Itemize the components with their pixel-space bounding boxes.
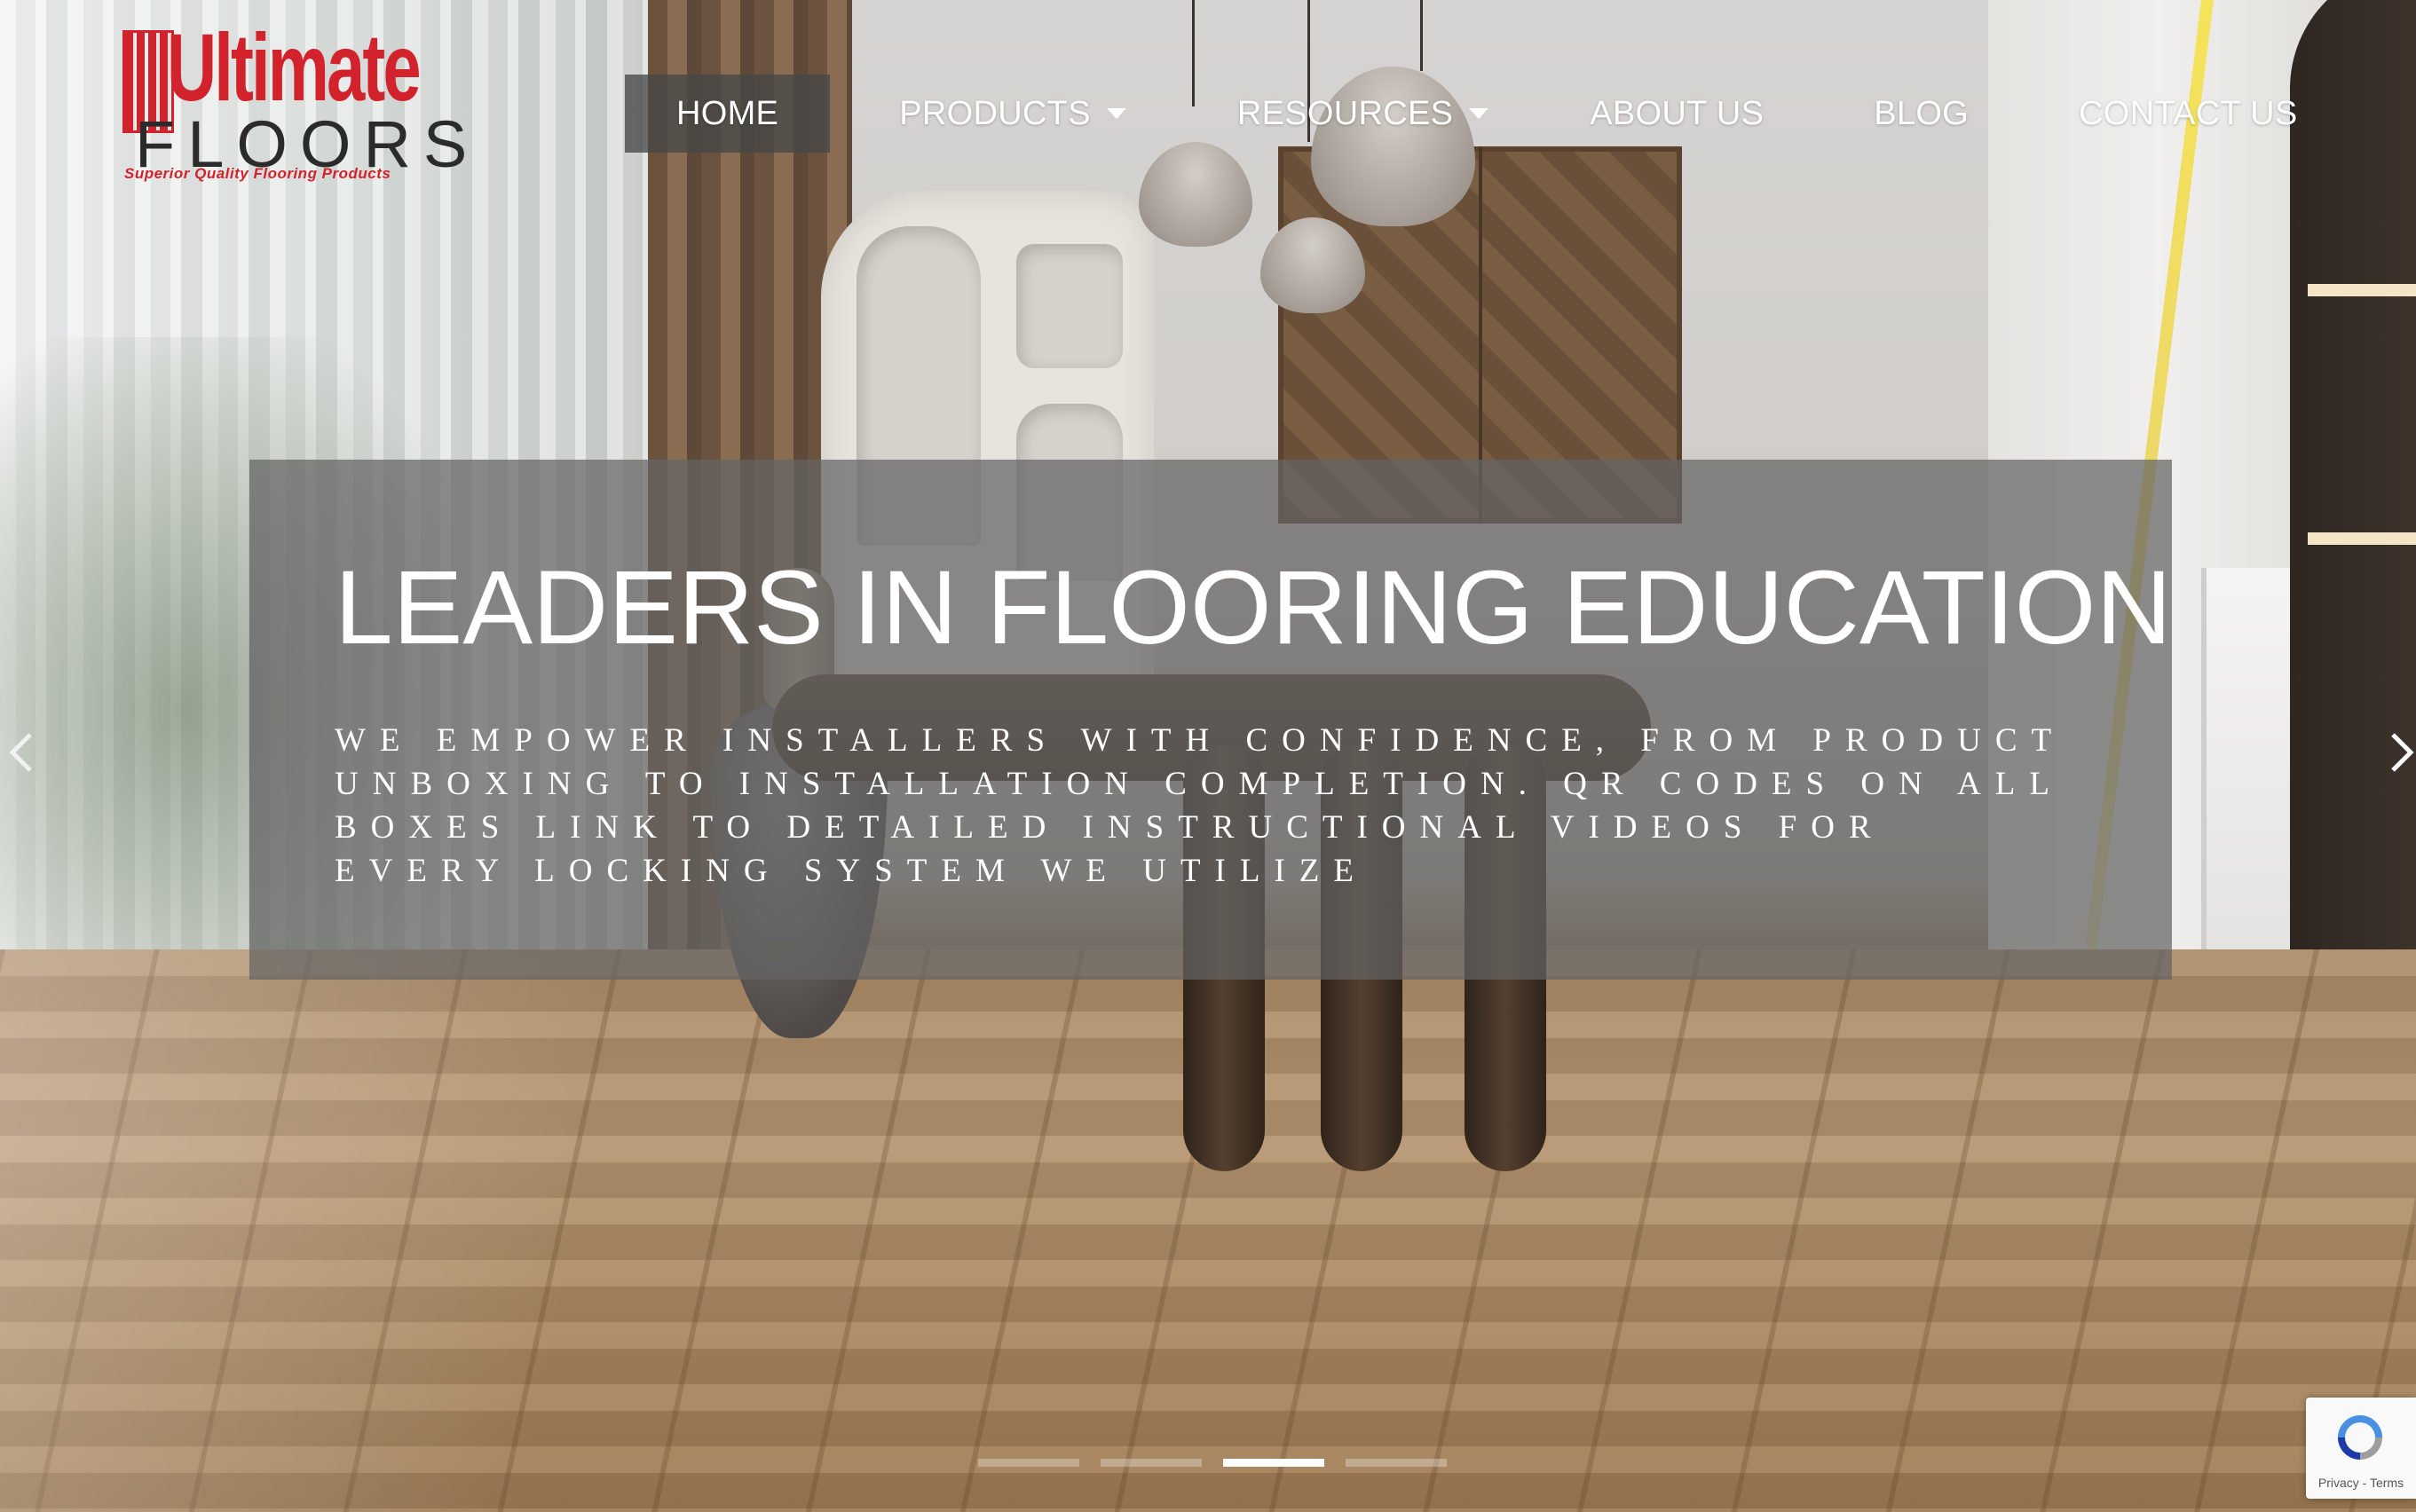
pendant-lamp <box>1139 142 1252 247</box>
slider-dot[interactable] <box>1346 1459 1447 1467</box>
slider-dot-active[interactable] <box>1223 1459 1324 1467</box>
recaptcha-badge[interactable]: Privacy - Terms <box>2306 1398 2416 1499</box>
site-logo[interactable]: Ultimate FLOORS Superior Quality Floorin… <box>122 20 467 189</box>
caret-down-icon <box>1469 108 1489 119</box>
nav-item-contact-us[interactable]: CONTACT US <box>1969 75 2298 153</box>
hero-headline: LEADERS IN FLOORING EDUCATION <box>335 549 2172 666</box>
logo-wordmark: Ultimate <box>167 13 422 121</box>
floor-light <box>0 949 799 1512</box>
nav-item-label: ABOUT US <box>1590 94 1765 132</box>
nav-item-label: CONTACT US <box>2079 94 2298 132</box>
nav-item-label: RESOURCES <box>1236 94 1454 132</box>
lamp-cord <box>1420 0 1423 71</box>
shelf-light <box>2308 284 2416 296</box>
slider-next-button[interactable] <box>2384 726 2416 779</box>
nav-item-home[interactable]: HOME <box>625 75 831 153</box>
nav-item-label: PRODUCTS <box>899 94 1091 132</box>
nav-item-products[interactable]: PRODUCTS <box>839 75 1126 153</box>
recaptcha-icon <box>2338 1415 2382 1460</box>
chevron-left-icon <box>9 733 32 772</box>
slider-dot[interactable] <box>978 1459 1079 1467</box>
shelf-niche <box>1016 244 1123 368</box>
hero-caption-card: LEADERS IN FLOORING EDUCATION We empower… <box>249 460 2172 980</box>
nav-item-blog[interactable]: BLOG <box>1764 75 1969 153</box>
slider-prev-button[interactable] <box>4 726 39 779</box>
chevron-right-icon <box>2391 733 2414 772</box>
recaptcha-links[interactable]: Privacy - Terms <box>2306 1476 2416 1490</box>
caret-down-icon <box>1106 108 1126 119</box>
nav-item-label: BLOG <box>1874 94 1970 132</box>
nav-item-resources[interactable]: RESOURCES <box>1126 75 1489 153</box>
hero-description: We empower installers with confidence, f… <box>335 722 2065 889</box>
nav-item-about-us[interactable]: ABOUT US <box>1488 75 1764 153</box>
main-nav: HOME PRODUCTS RESOURCES ABOUT US BLOG CO… <box>625 75 2298 153</box>
shelf-light <box>2308 532 2416 545</box>
slider-dot[interactable] <box>1101 1459 1202 1467</box>
slider-pagination <box>978 1459 1447 1467</box>
nav-item-label: HOME <box>676 94 779 132</box>
logo-tagline: Superior Quality Flooring Products <box>124 165 391 182</box>
